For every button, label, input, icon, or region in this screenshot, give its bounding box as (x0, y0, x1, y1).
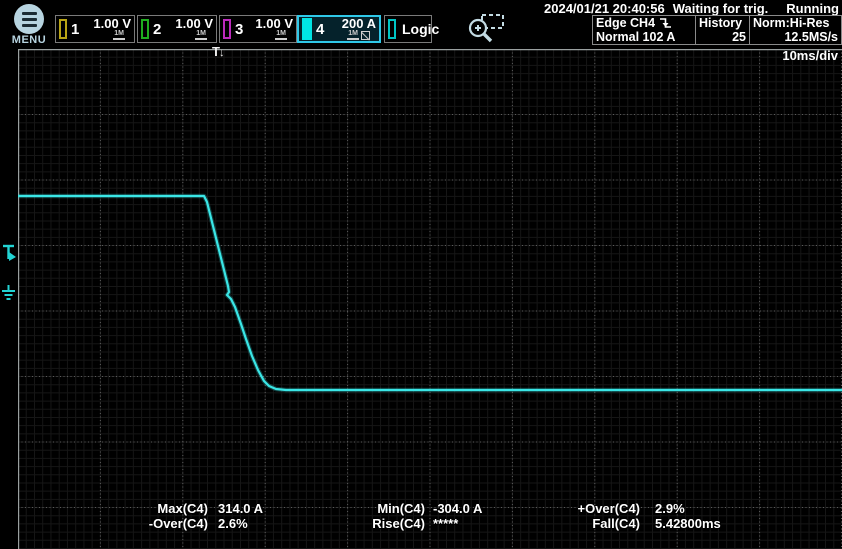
ground-icon[interactable] (2, 285, 15, 299)
meas-posover-label: +Over(C4) (540, 501, 640, 516)
impedance-1m-icon: 1M (113, 30, 125, 40)
meas-negover-value: 2.6% (218, 516, 263, 531)
meas-posover-value: 2.9% (655, 501, 721, 516)
trigger-mode: Normal 102 A (596, 30, 692, 44)
history-box[interactable]: History 25 (695, 15, 750, 45)
channel-2-color-chip (141, 19, 149, 39)
timebase-label: 10ms/div (782, 48, 838, 63)
channel-3-scale: 1.00 V (255, 18, 293, 30)
trigger-position-marker[interactable]: T↓ (212, 44, 224, 59)
current-probe-icon (361, 31, 370, 40)
channel-3-number: 3 (235, 21, 243, 38)
falling-edge-icon (659, 17, 672, 29)
trigger-type: Edge CH4 (596, 16, 655, 30)
meas-min-value: -304.0 A (433, 501, 482, 516)
meas-rise-value: ***** (433, 516, 482, 531)
menu-label: MENU (7, 34, 51, 46)
datetime: 2024/01/21 20:40:56 (544, 1, 665, 15)
acquisition-box[interactable]: Norm:Hi-Res 12.5MS/s (749, 15, 842, 45)
left-markers (0, 230, 18, 320)
zoom-search-icon (466, 12, 508, 48)
trigger-level-icon[interactable] (3, 246, 16, 261)
status-line: 2024/01/21 20:40:56 Waiting for trig. Ru… (544, 1, 839, 15)
meas-negover-label: -Over(C4) (108, 516, 208, 531)
history-count: 25 (699, 30, 746, 44)
channel-4-box[interactable]: 4 200 A 1M (297, 15, 381, 43)
logic-box[interactable]: Logic (384, 15, 432, 43)
hamburger-icon (14, 4, 44, 34)
sample-rate: 12.5MS/s (753, 30, 838, 44)
trigger-status: Waiting for trig. (673, 1, 769, 15)
channel-1-number: 1 (71, 21, 79, 38)
meas-max-value: 314.0 A (218, 501, 263, 516)
graticule (18, 49, 842, 549)
channel-3-color-chip (223, 19, 231, 39)
logic-color-chip (388, 19, 396, 39)
channel-4-number: 4 (316, 21, 324, 38)
logic-label: Logic (402, 21, 439, 37)
history-label: History (699, 16, 746, 30)
down-arrow-icon: ↓ (219, 47, 225, 59)
channel-2-scale: 1.00 V (175, 18, 213, 30)
trigger-settings-box[interactable]: Edge CH4 Normal 102 A (592, 15, 696, 45)
channel-1-color-chip (59, 19, 67, 39)
channel-4-scale: 200 A (342, 18, 376, 30)
channel-2-number: 2 (153, 21, 161, 38)
channel-1-scale: 1.00 V (93, 18, 131, 30)
meas-min-label: Min(C4) (325, 501, 425, 516)
grid-lines (18, 49, 842, 549)
meas-rise-label: Rise(C4) (325, 516, 425, 531)
meas-fall-label: Fall(C4) (540, 516, 640, 531)
acquisition-mode: Norm:Hi-Res (753, 16, 838, 30)
channel-4-color-chip (302, 18, 312, 40)
channel-1-box[interactable]: 1 1.00 V 1M (55, 15, 135, 43)
channel-3-box[interactable]: 3 1.00 V 1M (219, 15, 297, 43)
run-status: Running (786, 1, 839, 15)
impedance-1m-icon: 1M (275, 30, 287, 40)
channel-2-box[interactable]: 2 1.00 V 1M (137, 15, 217, 43)
menu-button[interactable]: MENU (7, 4, 51, 46)
impedance-1m-icon: 1M (195, 30, 207, 40)
impedance-1m-icon: 1M (347, 30, 359, 40)
meas-max-label: Max(C4) (108, 501, 208, 516)
zoom-search-button[interactable] (466, 12, 508, 53)
meas-fall-value: 5.42800ms (655, 516, 721, 531)
